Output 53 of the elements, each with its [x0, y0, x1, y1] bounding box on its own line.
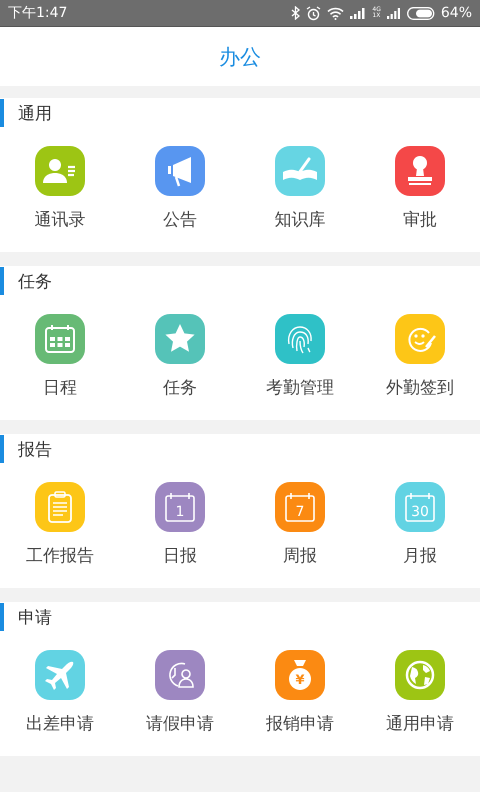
battery-percent: 64% [440, 5, 472, 21]
section-title: 申请 [18, 606, 52, 628]
battery-icon [406, 6, 435, 20]
tile-label: 公告 [163, 209, 197, 231]
app-tile[interactable]: 日程 [0, 314, 120, 399]
tile-label: 日报 [163, 545, 197, 567]
tile-label: 外勤签到 [386, 377, 454, 399]
money-bag-icon: ¥ [275, 650, 325, 700]
section-accent [0, 99, 4, 127]
section-accent [0, 267, 4, 295]
tile-label: 周报 [283, 545, 317, 567]
tile-label: 考勤管理 [266, 377, 334, 399]
tile-label: 报销申请 [266, 713, 334, 735]
app-tile[interactable]: 工作报告 [0, 482, 120, 567]
tile-label: 任务 [163, 377, 197, 399]
app-tile[interactable]: 公告 [120, 146, 240, 231]
tile-label: 知识库 [274, 209, 326, 231]
tile-label: 审批 [403, 209, 437, 231]
app-tile[interactable]: 通讯录 [0, 146, 120, 231]
app-tile[interactable]: 考勤管理 [240, 314, 360, 399]
bluetooth-icon [291, 6, 300, 20]
section-accent [0, 435, 4, 463]
calendar-icon: 1 [155, 482, 205, 532]
section-title: 任务 [18, 270, 52, 292]
app-tile[interactable]: 出差申请 [0, 650, 120, 735]
app-tile[interactable]: 审批 [360, 146, 480, 231]
tile-label: 通用申请 [386, 713, 454, 735]
tile-label: 日程 [43, 377, 77, 399]
section-title: 通用 [18, 102, 52, 124]
wifi-icon [327, 6, 344, 20]
tile-label: 通讯录 [34, 209, 86, 231]
alarm-icon [306, 6, 322, 20]
app-tile[interactable]: 30 月报 [360, 482, 480, 567]
app-tile[interactable]: 通用申请 [360, 650, 480, 735]
tile-label: 出差申请 [26, 713, 94, 735]
page-title: 办公 [219, 44, 261, 70]
calendar-icon: 7 [275, 482, 325, 532]
app-tile[interactable]: 1 日报 [120, 482, 240, 567]
app-tile[interactable]: 请假申请 [120, 650, 240, 735]
section-accent [0, 603, 4, 631]
status-time: 下午1:47 [8, 4, 68, 22]
app-tile[interactable]: 任务 [120, 314, 240, 399]
section-title: 报告 [18, 438, 52, 460]
app-tile[interactable]: 外勤签到 [360, 314, 480, 399]
tile-label: 工作报告 [26, 545, 94, 567]
calendar-icon: 30 [395, 482, 445, 532]
app-tile[interactable]: 7 周报 [240, 482, 360, 567]
app-tile[interactable]: 知识库 [240, 146, 360, 231]
tile-label: 月报 [403, 545, 437, 567]
tile-label: 请假申请 [146, 713, 214, 735]
app-tile[interactable]: ¥ 报销申请 [240, 650, 360, 735]
signal-icon [386, 8, 401, 18]
signal-icon [350, 8, 366, 18]
